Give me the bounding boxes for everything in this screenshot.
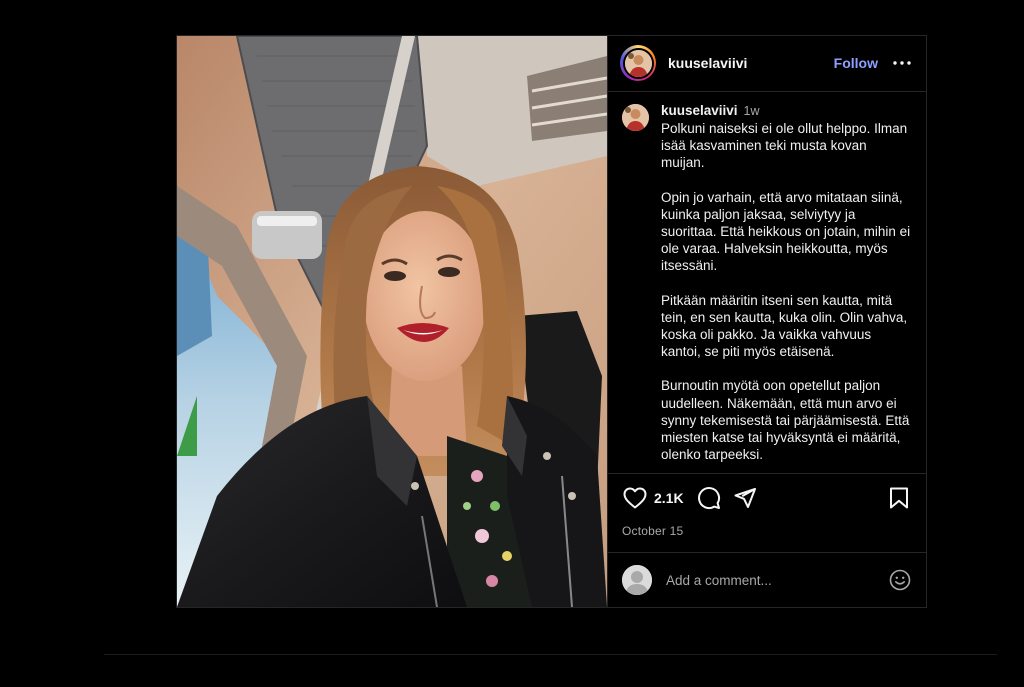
caption-username[interactable]: kuuselaviivi: [661, 103, 738, 118]
avatar-image: [624, 49, 652, 77]
caption-timestamp[interactable]: 1w: [744, 104, 760, 118]
like-count[interactable]: 2.1K: [654, 490, 684, 506]
caption-paragraph: Opin jo varhain, että arvo mitataan siin…: [661, 189, 914, 274]
author-avatar[interactable]: [620, 45, 656, 82]
viewer-avatar: [622, 565, 652, 596]
caption-paragraph: Pitkään määritin itseni sen kautta, mitä…: [661, 292, 911, 360]
divider: [104, 654, 997, 655]
caption-paragraph: Polkuni naiseksi ei ole ollut helppo. Il…: [661, 121, 911, 171]
comment-input[interactable]: [664, 571, 888, 589]
post-photo[interactable]: [177, 36, 607, 607]
author-username[interactable]: kuuselaviivi: [668, 55, 834, 71]
action-bar: 2.1K: [608, 474, 926, 523]
post-modal: kuuselaviivi Follow kuuselaviivi 1w Polk…: [176, 35, 927, 608]
post-header: kuuselaviivi Follow: [608, 36, 926, 92]
comment-bubble-icon[interactable]: [696, 485, 722, 511]
avatar-photo-icon: [622, 103, 649, 131]
smiley-icon[interactable]: [888, 568, 912, 592]
post-date[interactable]: October 15: [608, 523, 926, 543]
post-sidebar: kuuselaviivi Follow kuuselaviivi 1w Polk…: [607, 36, 926, 607]
more-horizontal-icon[interactable]: [892, 53, 912, 73]
page: kuuselaviivi Follow kuuselaviivi 1w Polk…: [0, 0, 1024, 687]
selfie-image: [177, 36, 607, 607]
avatar-photo-icon: [624, 49, 652, 77]
caption-header: kuuselaviivi 1w: [661, 102, 912, 120]
bookmark-icon[interactable]: [886, 485, 912, 511]
caption-body: kuuselaviivi 1w Polkuni naiseksi ei ole o…: [661, 102, 914, 473]
send-paper-plane-icon[interactable]: [732, 485, 758, 511]
caption-avatar[interactable]: [622, 103, 649, 131]
caption-section: kuuselaviivi 1w Polkuni naiseksi ei ole o…: [608, 92, 926, 474]
follow-button[interactable]: Follow: [834, 55, 878, 71]
comment-bar: [608, 552, 926, 607]
user-placeholder-icon: [622, 565, 652, 596]
heart-icon[interactable]: [622, 485, 648, 511]
caption-paragraph: Burnoutin myötä oon opetellut paljon uud…: [661, 378, 914, 463]
